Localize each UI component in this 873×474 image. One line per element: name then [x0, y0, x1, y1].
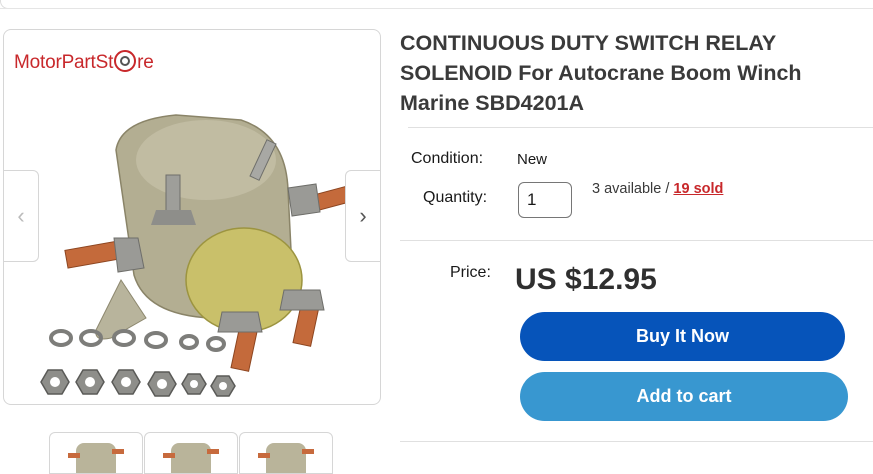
thumbnail-strip — [49, 432, 334, 474]
condition-label: Condition: — [411, 150, 484, 167]
thumbnail-image — [163, 443, 219, 473]
thumbnail-image — [68, 443, 124, 473]
top-divider — [0, 8, 873, 9]
quantity-input[interactable] — [518, 182, 572, 218]
store-logo-suffix: re — [137, 52, 154, 73]
title-divider — [408, 127, 873, 128]
image-gallery: MotorPartSt re ‹ › — [3, 29, 381, 405]
availability-text: 3 available / 19 sold — [592, 181, 723, 197]
thumbnail-image — [258, 443, 314, 473]
condition-value: New — [517, 151, 548, 168]
thumbnail-1[interactable] — [49, 432, 143, 474]
store-logo-prefix: MotorPartSt — [14, 52, 114, 73]
add-to-cart-button[interactable]: Add to cart — [520, 372, 848, 421]
buttons-divider — [400, 441, 873, 442]
quantity-label: Quantity: — [423, 189, 488, 206]
chevron-left-icon: ‹ — [17, 203, 25, 228]
thumbnail-3[interactable] — [239, 432, 333, 474]
available-count: 3 available / — [592, 181, 674, 197]
gallery-next-button[interactable]: › — [345, 170, 380, 262]
chevron-right-icon: › — [359, 203, 367, 228]
thumbnail-2[interactable] — [144, 432, 238, 474]
product-main-image[interactable] — [26, 80, 362, 400]
price-label: Price: — [450, 264, 491, 281]
store-logo: MotorPartSt re — [14, 50, 154, 74]
buy-it-now-button[interactable]: Buy It Now — [520, 312, 845, 361]
quantity-divider — [400, 240, 873, 241]
product-title: CONTINUOUS DUTY SWITCH RELAY SOLENOID Fo… — [400, 31, 802, 115]
gallery-prev-button[interactable]: ‹ — [4, 170, 39, 262]
price-value: US $12.95 — [515, 263, 657, 296]
sold-count-link[interactable]: 19 sold — [673, 181, 723, 197]
logo-gear-icon — [114, 50, 137, 72]
